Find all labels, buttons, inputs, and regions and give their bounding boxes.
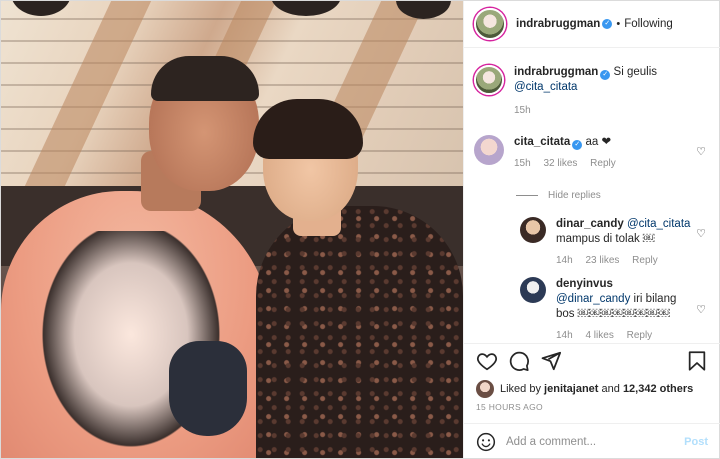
comment-reply-button[interactable]: Reply (590, 158, 616, 169)
liker-username[interactable]: jenitajanet (544, 383, 598, 395)
verified-icon: ✓ (600, 70, 611, 80)
reply-row: denyinvus @dinar_candy iri bilang bos ￼￼… (520, 277, 676, 342)
bookmark-icon[interactable] (686, 350, 708, 372)
reply-username[interactable]: dinar_candy (556, 218, 624, 230)
emoji-icon[interactable] (476, 432, 496, 452)
divider-line (516, 195, 538, 196)
comments-list[interactable]: indrabruggman ✓ Si geulis @cita_citata 15… (464, 57, 720, 342)
comment-row: cita_citata ✓ aa ❤ 15h 32 likes Reply (474, 135, 626, 171)
hide-replies-label[interactable]: Hide replies (548, 190, 601, 201)
reply-reply-button[interactable]: Reply (632, 255, 658, 266)
reply-row: dinar_candy @cita_citata mampus di tolak… (520, 217, 690, 268)
liked-by-and: and (601, 383, 620, 395)
post-photo[interactable] (1, 1, 463, 458)
post-timestamp: 15 HOURS AGO (476, 402, 543, 412)
author-username[interactable]: indrabruggman (516, 18, 600, 30)
liker-avatar[interactable] (476, 380, 494, 398)
man-hair (151, 56, 259, 101)
reply-time: 14h (556, 255, 573, 266)
caption-mention[interactable]: @cita_citata (514, 80, 657, 95)
comment-text: aa ❤ (585, 136, 612, 148)
separator-dot: • (616, 18, 621, 30)
comment-username[interactable]: cita_citata (514, 136, 570, 148)
reply-mention[interactable]: @dinar_candy (556, 293, 630, 305)
reply-text: iri bilang (633, 293, 677, 305)
reply-text: mampus di tolak ￼ (556, 233, 655, 245)
woman-hair (253, 99, 363, 159)
reply-like-heart-icon[interactable]: ♡ (696, 227, 706, 240)
action-bar (464, 343, 720, 379)
heart-icon[interactable] (476, 350, 498, 372)
comment-likes[interactable]: 32 likes (543, 158, 577, 169)
share-icon[interactable] (540, 350, 562, 372)
following-button[interactable]: Following (624, 18, 673, 30)
likes-summary: Liked by jenitajanet and 12,342 others (476, 380, 693, 398)
caption-avatar[interactable] (474, 65, 504, 95)
post-comment-button[interactable]: Post (684, 436, 708, 448)
liked-by-prefix: Liked by (500, 383, 541, 395)
verified-icon: ✓ (572, 140, 583, 150)
commenter-avatar[interactable] (474, 135, 504, 165)
reply-text-continued: bos ￼￼￼￼￼￼￼￼ (556, 308, 670, 320)
add-comment-input[interactable]: Add a comment... (506, 436, 684, 448)
reply-like-heart-icon[interactable]: ♡ (696, 303, 706, 316)
caption-row: indrabruggman ✓ Si geulis @cita_citata 15… (474, 65, 657, 118)
likes-count[interactable]: 12,342 others (623, 383, 693, 395)
author-avatar[interactable] (474, 8, 506, 40)
reply-likes[interactable]: 23 likes (585, 255, 619, 266)
replier-avatar[interactable] (520, 277, 546, 303)
verified-icon: ✓ (602, 19, 613, 29)
add-comment-bar: Add a comment... Post (464, 423, 720, 459)
face-mask (169, 341, 247, 436)
caption-username[interactable]: indrabruggman (514, 66, 598, 78)
reply-username[interactable]: denyinvus (556, 278, 613, 290)
caption-time: 15h (514, 105, 531, 116)
post-side-panel: indrabruggman ✓ • Following indrabruggma… (463, 1, 720, 459)
post-header: indrabruggman ✓ • Following (464, 1, 720, 48)
comment-like-heart-icon[interactable]: ♡ (696, 145, 706, 158)
caption-text: Si geulis (613, 66, 658, 78)
hide-replies-toggle[interactable]: Hide replies (516, 190, 601, 201)
comment-time: 15h (514, 158, 531, 169)
comment-icon[interactable] (508, 350, 530, 372)
woman-dress (256, 206, 463, 458)
reply-mention[interactable]: @cita_citata (627, 218, 690, 230)
reply-reply-button[interactable]: Reply (627, 330, 653, 341)
reply-likes[interactable]: 4 likes (585, 330, 613, 341)
replier-avatar[interactable] (520, 217, 546, 243)
reply-time: 14h (556, 330, 573, 341)
instagram-post-frame: indrabruggman ✓ • Following indrabruggma… (0, 0, 720, 459)
